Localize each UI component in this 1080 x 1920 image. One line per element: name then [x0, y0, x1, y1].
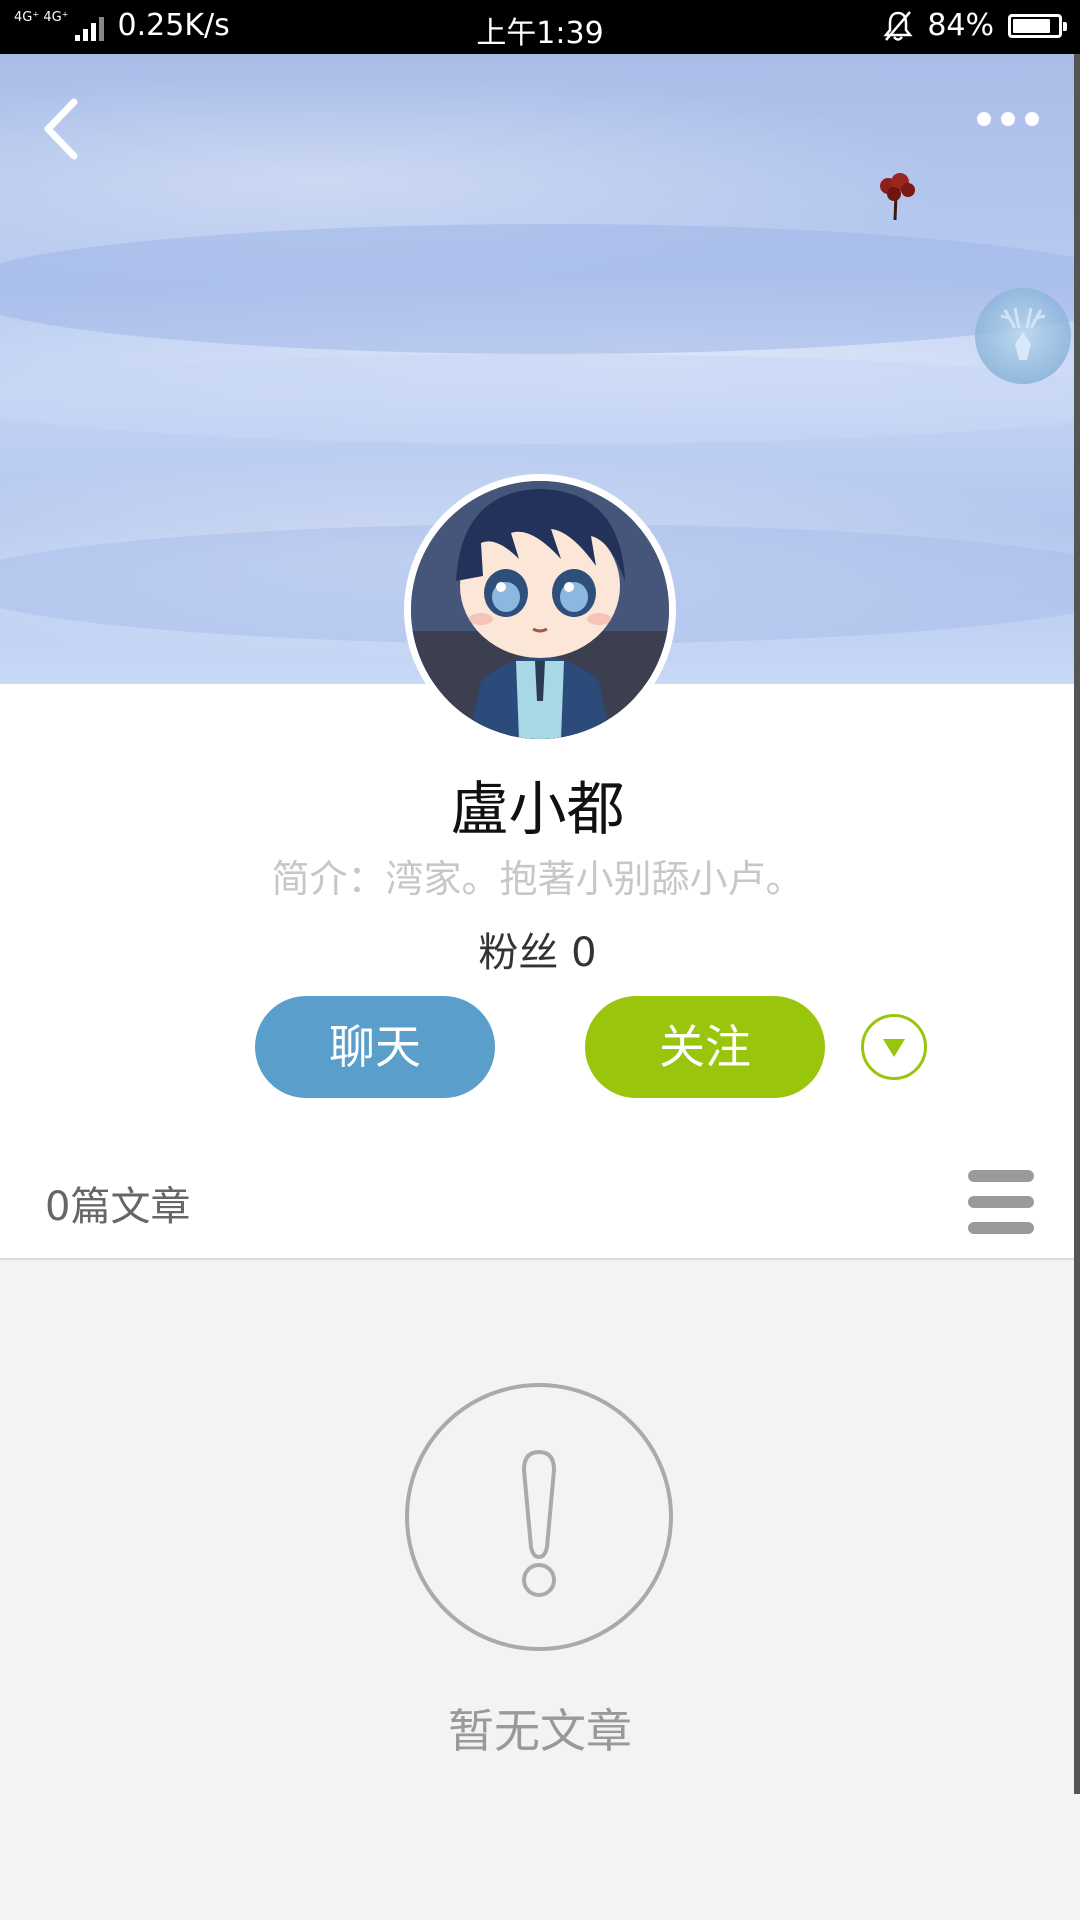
- profile-bio: 简介：湾家。抱著小别舔小卢。: [271, 857, 804, 901]
- more-button[interactable]: [977, 104, 1047, 134]
- dropdown-toggle-icon[interactable]: [861, 1014, 927, 1080]
- battery-icon: [1008, 13, 1067, 38]
- deer-badge-icon[interactable]: [975, 288, 1071, 384]
- articles-count: 0篇文章: [45, 1184, 191, 1230]
- tree-illustration: [880, 173, 915, 221]
- status-bar: 4G⁺ 4G⁺ 0.25K/s 上午1:39 84%: [0, 0, 1080, 54]
- mute-bell-icon: [883, 10, 913, 41]
- empty-alert-icon: [405, 1383, 673, 1651]
- empty-state-text: 暂无文章: [448, 1704, 632, 1758]
- screen: 4G⁺ 4G⁺ 0.25K/s 上午1:39 84% 盧小都 简介：湾家。抱著小…: [0, 0, 1080, 1920]
- avatar-image: [411, 481, 669, 739]
- chat-button[interactable]: 聊天: [255, 996, 495, 1098]
- snow-dune: [0, 354, 1075, 444]
- avatar[interactable]: [404, 474, 676, 746]
- divider: [0, 1258, 1075, 1260]
- snow-dune: [0, 224, 1075, 354]
- fans-count: 粉丝 0: [478, 930, 597, 976]
- scrollbar[interactable]: [1074, 54, 1080, 1794]
- deer-icon: [1000, 307, 1046, 360]
- profile-card: 盧小都 简介：湾家。抱著小别舔小卢。 粉丝 0 聊天 关注 0篇文章: [0, 684, 1075, 1260]
- back-button[interactable]: [40, 94, 100, 164]
- battery-fill: [1013, 18, 1050, 33]
- more-dots-icon: [977, 112, 991, 126]
- anime-avatar-illustration: [411, 481, 669, 739]
- profile-name: 盧小都: [450, 775, 625, 843]
- chevron-left-icon: [44, 98, 78, 160]
- battery-percent: 84%: [927, 8, 994, 43]
- list-view-icon[interactable]: [968, 1170, 1036, 1234]
- status-right: 84%: [883, 8, 1067, 43]
- follow-button[interactable]: 关注: [585, 996, 825, 1098]
